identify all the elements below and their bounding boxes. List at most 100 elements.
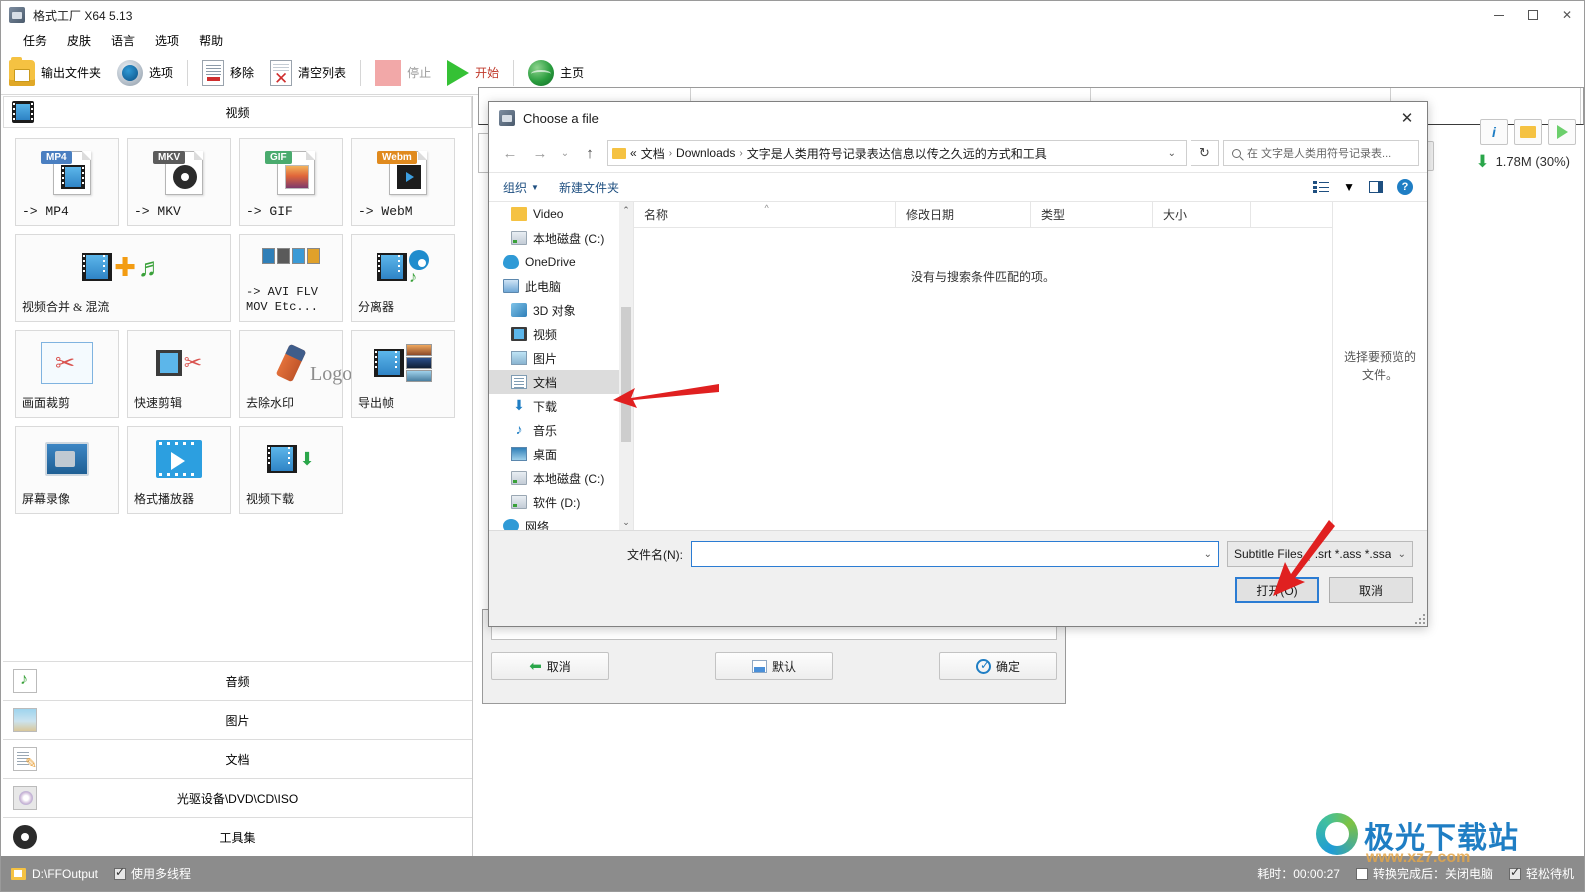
- breadcrumb-segment-1[interactable]: Downloads: [676, 146, 735, 160]
- tile-remove-watermark[interactable]: Logo 去除水印: [239, 330, 352, 418]
- view-caret-icon[interactable]: ▼: [1343, 180, 1355, 194]
- tile-video-download[interactable]: ⬇ 视频下载: [239, 426, 343, 514]
- tile-to-mp4[interactable]: MP4 -> MP4: [15, 138, 119, 226]
- tree-item-onedrive[interactable]: OneDrive: [489, 250, 633, 274]
- forward-icon[interactable]: →: [527, 140, 553, 166]
- start-play-icon: [447, 59, 470, 86]
- filename-input[interactable]: ⌄: [691, 541, 1219, 567]
- tree-item-music[interactable]: ♪ 音乐: [489, 418, 633, 442]
- task-info-button[interactable]: i: [1480, 119, 1508, 145]
- scroll-up-icon[interactable]: ⌃: [619, 202, 633, 218]
- category-audio[interactable]: 音频: [3, 661, 472, 700]
- video-category-header[interactable]: 视频: [3, 96, 472, 128]
- column-header-size[interactable]: 大小: [1153, 202, 1251, 227]
- tree-item-local-disk-c-1[interactable]: 本地磁盘 (C:): [489, 226, 633, 250]
- new-folder-button[interactable]: 新建文件夹: [559, 179, 619, 196]
- resize-grip-icon[interactable]: [1415, 614, 1425, 624]
- tile-format-player[interactable]: 格式播放器: [127, 426, 231, 514]
- filetype-select[interactable]: Subtitle Files (*.srt *.ass *.ssa ⌄: [1227, 541, 1413, 567]
- multithread-checkbox[interactable]: [114, 865, 127, 880]
- tree-item-this-pc[interactable]: 此电脑: [489, 274, 633, 298]
- toolbar-remove[interactable]: 移除: [194, 55, 262, 91]
- category-disc[interactable]: 光驱设备\DVD\CD\ISO: [3, 778, 472, 817]
- tile-screen-record-label: 屏幕录像: [22, 492, 71, 506]
- filename-chevron-down-icon[interactable]: ⌄: [1204, 549, 1212, 560]
- menu-item-help[interactable]: 帮助: [189, 30, 233, 51]
- toolbar-stop[interactable]: 停止: [367, 55, 439, 91]
- refresh-icon[interactable]: ↻: [1191, 140, 1219, 166]
- search-input[interactable]: 在 文字是人类用符号记录表...: [1223, 140, 1419, 166]
- minimize-button[interactable]: [1482, 1, 1516, 29]
- column-header-name[interactable]: ^ 名称: [634, 202, 896, 227]
- column-header-name-label: 名称: [644, 208, 669, 222]
- toolbar-clear-list[interactable]: 清空列表: [262, 55, 354, 91]
- tree-item-videos[interactable]: 视频: [489, 322, 633, 346]
- scrollbar-thumb[interactable]: [621, 307, 631, 442]
- options-cancel-button[interactable]: ⬅ 取消: [491, 652, 609, 680]
- tile-crop[interactable]: 画面裁剪: [15, 330, 119, 418]
- menu-item-tasks[interactable]: 任务: [13, 30, 57, 51]
- scroll-down-icon[interactable]: ⌄: [619, 514, 633, 530]
- cancel-button[interactable]: 取消: [1329, 577, 1413, 603]
- tile-video-download-label: 视频下载: [246, 492, 295, 506]
- app-window: 格式工厂 X64 5.13 ✕ 任务 皮肤 语言 选项 帮助 输出文件夹 选项 …: [0, 0, 1585, 892]
- breadcrumb-segment-2[interactable]: 文字是人类用符号记录表达信息以传之久远的方式和工具: [747, 145, 1047, 162]
- tree-item-local-disk-c-2[interactable]: 本地磁盘 (C:): [489, 466, 633, 490]
- task-play-button[interactable]: [1548, 119, 1576, 145]
- menu-item-language[interactable]: 语言: [101, 30, 145, 51]
- tile-merge-mux[interactable]: ✚ ♬ 视频合并 & 混流: [15, 234, 231, 322]
- organize-button[interactable]: 组织 ▼: [503, 179, 539, 196]
- options-default-button[interactable]: 默认: [715, 652, 833, 680]
- category-toolset[interactable]: 工具集: [3, 817, 472, 856]
- tree-item-desktop[interactable]: 桌面: [489, 442, 633, 466]
- file-dialog-close-icon[interactable]: ✕: [1387, 102, 1427, 134]
- chevron-down-icon[interactable]: ⌄: [1162, 148, 1182, 159]
- toolbar-output-folder[interactable]: 输出文件夹: [1, 55, 109, 91]
- preview-pane-icon[interactable]: [1369, 181, 1383, 193]
- breadcrumb-segment-0[interactable]: 文档: [641, 145, 665, 162]
- breadcrumb[interactable]: « 文档 › Downloads › 文字是人类用符号记录表达信息以传之久远的方…: [607, 140, 1187, 166]
- tree-item-downloads[interactable]: ⬇ 下载: [489, 394, 633, 418]
- after-convert-checkbox[interactable]: [1355, 867, 1368, 880]
- tree-item-3d-objects[interactable]: 3D 对象: [489, 298, 633, 322]
- file-dialog-app-icon: [499, 110, 515, 126]
- tile-avi-flv-mov[interactable]: -> AVI FLV MOV Etc...: [239, 234, 343, 322]
- tree-scrollbar[interactable]: ⌃ ⌄: [619, 202, 633, 530]
- tile-screen-record[interactable]: 屏幕录像: [15, 426, 119, 514]
- open-button[interactable]: 打开(O): [1235, 577, 1319, 603]
- folder-icon: [1520, 126, 1536, 138]
- tile-quick-edit[interactable]: ✂ 快速剪辑: [127, 330, 231, 418]
- toolbar-start[interactable]: 开始: [439, 55, 507, 91]
- toolbar-options[interactable]: 选项: [109, 55, 181, 91]
- tree-item-software-d[interactable]: 软件 (D:): [489, 490, 633, 514]
- up-icon[interactable]: ↑: [577, 140, 603, 166]
- tile-demuxer[interactable]: ♪ 分离器: [351, 234, 455, 322]
- tile-to-mkv[interactable]: MKV -> MKV: [127, 138, 231, 226]
- column-header-type[interactable]: 类型: [1031, 202, 1153, 227]
- tree-item-pictures[interactable]: 图片: [489, 346, 633, 370]
- column-header-date[interactable]: 修改日期: [896, 202, 1031, 227]
- category-toolset-label: 工具集: [219, 830, 256, 845]
- back-icon[interactable]: ←: [497, 140, 523, 166]
- menu-item-options[interactable]: 选项: [145, 30, 189, 51]
- help-icon[interactable]: ?: [1397, 179, 1413, 195]
- category-document[interactable]: 文档: [3, 739, 472, 778]
- tile-to-gif[interactable]: GIF -> GIF: [239, 138, 343, 226]
- output-path-label[interactable]: D:\FFOutput: [32, 867, 98, 881]
- menu-item-skin[interactable]: 皮肤: [57, 30, 101, 51]
- tree-item-documents[interactable]: 文档: [489, 370, 633, 394]
- recent-locations-icon[interactable]: ⌄: [557, 140, 573, 166]
- tile-export-frames[interactable]: 导出帧: [351, 330, 455, 418]
- view-list-icon[interactable]: [1313, 181, 1330, 193]
- toolbar-divider-3: [513, 59, 515, 86]
- maximize-button[interactable]: [1516, 1, 1550, 29]
- close-button[interactable]: ✕: [1550, 1, 1584, 29]
- tree-item-video[interactable]: Video: [489, 202, 633, 226]
- category-picture[interactable]: 图片: [3, 700, 472, 739]
- tile-to-webm[interactable]: Webm -> WebM: [351, 138, 455, 226]
- options-confirm-button[interactable]: 确定: [939, 652, 1057, 680]
- standby-checkbox[interactable]: [1508, 865, 1521, 880]
- toolbar-home[interactable]: 主页: [520, 55, 592, 91]
- tree-item-network[interactable]: 网络: [489, 514, 633, 530]
- task-folder-button[interactable]: [1514, 119, 1542, 145]
